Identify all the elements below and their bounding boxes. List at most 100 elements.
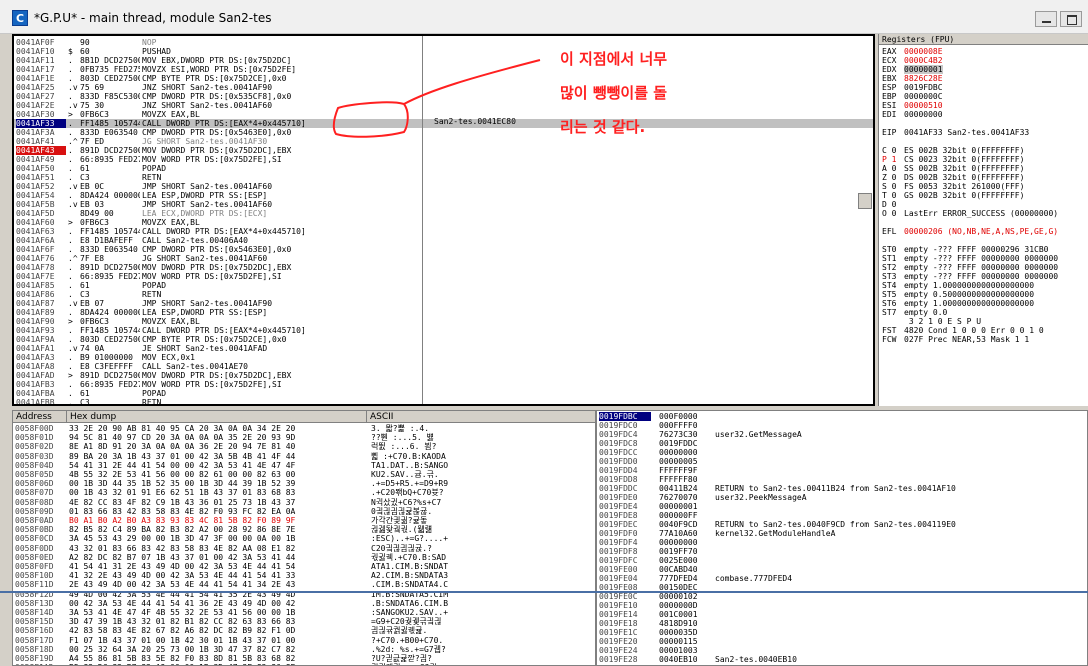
register-line[interactable]: EFL 00000206 (NO,NB,NE,A,NS,PE,GE,G) bbox=[882, 227, 1058, 236]
register-line[interactable] bbox=[882, 218, 904, 227]
register-line[interactable]: FST 4820 Cond 1 0 0 0 Err 0 0 1 0 bbox=[882, 326, 1044, 335]
register-line[interactable] bbox=[882, 119, 904, 128]
register-name: EAX bbox=[882, 47, 897, 56]
stack-row[interactable]: 0019FDF8 0019FF70 bbox=[597, 547, 1087, 556]
register-name: EIP bbox=[882, 128, 897, 137]
stack-comment: kernel32.GetModuleHandleA bbox=[715, 529, 836, 538]
register-line[interactable]: ST6 empty 1.0000000000000000000 bbox=[882, 299, 1034, 308]
stack-comment: San2-tes.0040EB10 bbox=[715, 655, 797, 664]
stack-address: 0019FDF4 bbox=[599, 538, 638, 547]
stack-row[interactable]: 0019FE24 00001003 bbox=[597, 646, 1087, 655]
dump-header-ascii[interactable]: ASCII bbox=[367, 411, 595, 423]
register-value: 0041AF33 San2-tes.0041AF33 bbox=[904, 128, 1030, 137]
register-line[interactable]: EAX 0000008E bbox=[882, 47, 943, 56]
register-value: ES 002B 32bit 0(FFFFFFFF) bbox=[904, 146, 1025, 155]
register-name: ESI bbox=[882, 101, 897, 110]
register-name: ST3 bbox=[882, 272, 897, 281]
stack-row[interactable]: 0019FDEC 0040F9CD RETURN to San2-tes.0040F… bbox=[597, 520, 1087, 529]
dump-header-hex[interactable]: Hex dump bbox=[67, 411, 367, 423]
stack-value: 00411B24 bbox=[659, 484, 698, 493]
stack-value: 0000035D bbox=[659, 628, 698, 637]
register-line[interactable]: ST3 empty -??? FFFF 00000000 0000000 bbox=[882, 272, 1058, 281]
register-value: 8826C28E bbox=[904, 74, 943, 83]
register-name: ST5 bbox=[882, 290, 897, 299]
register-line[interactable]: EIP 0041AF33 San2-tes.0041AF33 bbox=[882, 128, 1029, 137]
stack-row[interactable]: 0019FDBC 000F0000 bbox=[597, 412, 1087, 421]
stack-address: 0019FDDC bbox=[599, 484, 638, 493]
stack-row[interactable]: 0019FE0C 00000102 bbox=[597, 592, 1087, 601]
stack-row[interactable]: 0019FE1C 0000035D bbox=[597, 628, 1087, 637]
register-line[interactable]: ST2 empty -??? FFFF 00000000 0000000 bbox=[882, 263, 1058, 272]
stack-address: 0019FDD8 bbox=[599, 475, 638, 484]
register-value: empty -??? FFFF 00000296 31CB0 bbox=[904, 245, 1049, 254]
stack-row[interactable]: 0019FDDC 00411B24 RETURN to San2-tes.00411… bbox=[597, 484, 1087, 493]
register-line[interactable]: ESP 0019FDBC bbox=[882, 83, 943, 92]
register-line[interactable]: C 0 ES 002B 32bit 0(FFFFFFFF) bbox=[882, 146, 1024, 155]
register-line[interactable]: T 0 GS 002B 32bit 0(FFFFFFFF) bbox=[882, 191, 1024, 200]
stack-row[interactable]: 0019FDF4 00000000 bbox=[597, 538, 1087, 547]
stack-comment: user32.PeekMessageA bbox=[715, 493, 807, 502]
register-line[interactable]: EDX 00000001 bbox=[882, 65, 943, 74]
register-line[interactable]: ST4 empty 1.0000000000000000000 bbox=[882, 281, 1034, 290]
register-line[interactable] bbox=[882, 236, 904, 245]
stack-value: 0019FDDC bbox=[659, 439, 698, 448]
register-line[interactable]: A 0 SS 002B 32bit 0(FFFFFFFF) bbox=[882, 164, 1024, 173]
register-value: empty 0.5000000000000000000 bbox=[904, 290, 1035, 299]
annotation-line-3: 리는 것 같다. bbox=[560, 118, 646, 136]
register-line[interactable] bbox=[882, 137, 904, 146]
register-name: EDX bbox=[882, 65, 897, 74]
stack-value: 0040F9CD bbox=[659, 520, 698, 529]
stack-row[interactable]: 0019FDC0 000FFFF0 bbox=[597, 421, 1087, 430]
register-scroll-button[interactable] bbox=[858, 193, 872, 209]
stack-row[interactable]: 0019FE10 0000000D bbox=[597, 601, 1087, 610]
stack-row[interactable]: 0019FE20 00000115 bbox=[597, 637, 1087, 646]
registers-header[interactable]: Registers (FPU) bbox=[879, 34, 1088, 45]
stack-row[interactable]: 0019FE14 001C0001 bbox=[597, 610, 1087, 619]
stack-row[interactable]: 0019FDE0 76270070 user32.PeekMessageA bbox=[597, 493, 1087, 502]
stack-pane[interactable]: 0019FDBC 000F0000 0019FDC0 000FFFF0 0019FDC4… bbox=[596, 410, 1088, 666]
stack-row[interactable]: 0019FDD8 FFFFFF80 bbox=[597, 475, 1087, 484]
register-line[interactable]: FCW 027F Prec NEAR,53 Mask 1 1 bbox=[882, 335, 1029, 344]
stack-row[interactable]: 0019FDE8 000000FF bbox=[597, 511, 1087, 520]
register-line[interactable]: O 0 LastErr ERROR_SUCCESS (00000000) bbox=[882, 209, 1058, 218]
stack-row[interactable]: 0019FE00 00CABD40 bbox=[597, 565, 1087, 574]
stack-row[interactable]: 0019FDD4 FFFFFF9F bbox=[597, 466, 1087, 475]
stack-address: 0019FE28 bbox=[599, 655, 638, 664]
stack-row[interactable]: 0019FDD0 00000005 bbox=[597, 457, 1087, 466]
stack-row[interactable]: 0019FDC8 0019FDDC bbox=[597, 439, 1087, 448]
register-line[interactable]: EBX 8826C28E bbox=[882, 74, 943, 83]
stack-row[interactable]: 0019FDE4 00000001 bbox=[597, 502, 1087, 511]
stack-row[interactable]: 0019FDFC 0025E000 bbox=[597, 556, 1087, 565]
register-line[interactable]: ESI 00000510 bbox=[882, 101, 943, 110]
register-line[interactable]: S 0 FS 0053 32bit 261000(FFF) bbox=[882, 182, 1024, 191]
register-value: empty 1.0000000000000000000 bbox=[904, 299, 1035, 308]
stack-address: 0019FDC8 bbox=[599, 439, 638, 448]
stack-value: 000FFFF0 bbox=[659, 421, 698, 430]
register-value: 00000000 bbox=[904, 110, 943, 119]
stack-row[interactable]: 0019FDF0 77A10A60 kernel32.GetModuleHandle… bbox=[597, 529, 1087, 538]
stack-address: 0019FDE0 bbox=[599, 493, 638, 502]
register-line[interactable]: D 0 bbox=[882, 200, 904, 209]
register-line[interactable]: EBP 0000000C bbox=[882, 92, 943, 101]
stack-row[interactable]: 0019FE04 777DFED4 combase.777DFED4 bbox=[597, 574, 1087, 583]
registers-pane[interactable]: Registers (FPU) EAX 0000008E ECX 0000C4B2 ED… bbox=[878, 34, 1088, 406]
register-line[interactable]: ST1 empty -??? FFFF 00000000 0000000 bbox=[882, 254, 1058, 263]
register-line[interactable]: ECX 0000C4B2 bbox=[882, 56, 943, 65]
register-line[interactable]: P 1 CS 0023 32bit 0(FFFFFFFF) bbox=[882, 155, 1024, 164]
register-line[interactable]: ST0 empty -??? FFFF 00000296 31CB0 bbox=[882, 245, 1049, 254]
register-line[interactable]: 3 2 1 0 E S P U bbox=[882, 317, 981, 326]
register-line[interactable]: Z 0 DS 002B 32bit 0(FFFFFFFF) bbox=[882, 173, 1024, 182]
register-line[interactable]: ST7 empty 0.0 bbox=[882, 308, 947, 317]
stack-row[interactable]: 0019FDC4 76273C30 user32.GetMessageA bbox=[597, 430, 1087, 439]
stack-value: 76270070 bbox=[659, 493, 698, 502]
register-value: DS 002B 32bit 0(FFFFFFFF) bbox=[904, 173, 1025, 182]
hex-dump-pane[interactable]: Address Hex dump ASCII 0058F00D 33 2E 20 … bbox=[12, 410, 596, 666]
stack-row[interactable]: 0019FE28 0040EB10 San2-tes.0040EB10 bbox=[597, 655, 1087, 664]
register-name: EDI bbox=[882, 110, 897, 119]
register-line[interactable]: ST5 empty 0.5000000000000000000 bbox=[882, 290, 1034, 299]
register-name: ST6 bbox=[882, 299, 897, 308]
register-line[interactable]: EDI 00000000 bbox=[882, 110, 943, 119]
stack-row[interactable]: 0019FE18 4818D910 bbox=[597, 619, 1087, 628]
dump-header-address[interactable]: Address bbox=[13, 411, 67, 423]
stack-row[interactable]: 0019FDCC 00000000 bbox=[597, 448, 1087, 457]
